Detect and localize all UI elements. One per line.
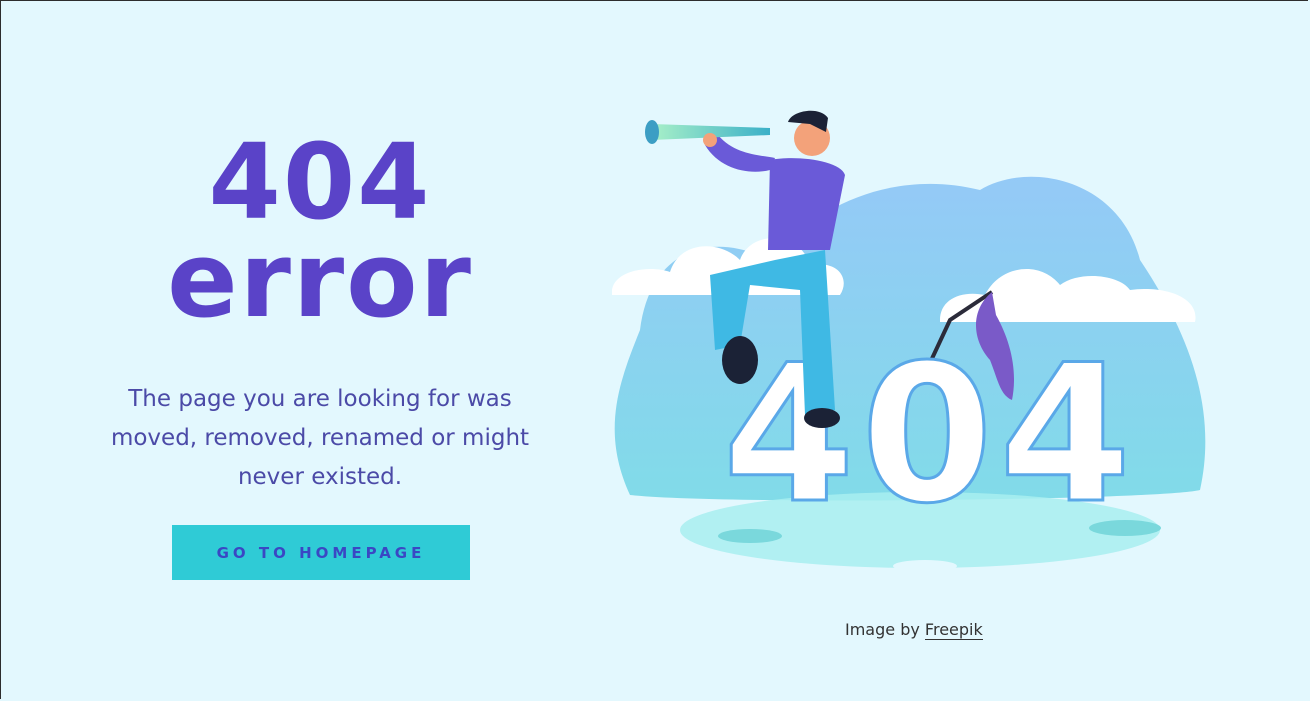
error-word-heading: error: [167, 219, 473, 341]
error-description: The page you are looking for was moved, …: [110, 386, 530, 490]
illustration-404-text: 404: [723, 324, 1138, 545]
error-content: 404 error The page you are looking for w…: [100, 130, 540, 497]
credit-prefix: Image by: [845, 620, 920, 639]
freepik-link[interactable]: Freepik: [924, 620, 983, 640]
puddle-spot: [893, 560, 957, 572]
lost-man-illustration: 404: [612, 110, 1206, 572]
go-to-homepage-button[interactable]: GO TO HOMEPAGE: [172, 525, 470, 580]
image-credit: Image by Freepik: [845, 620, 983, 640]
